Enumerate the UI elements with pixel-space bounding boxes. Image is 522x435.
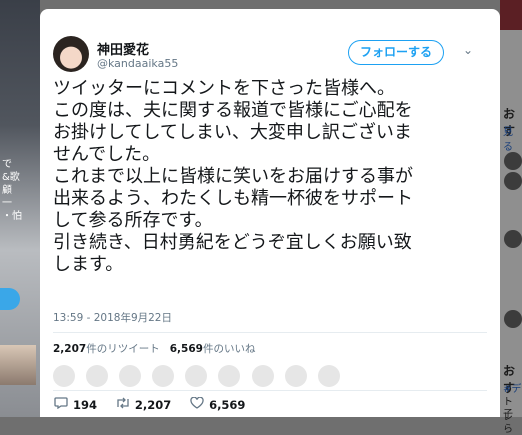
- avatar[interactable]: [185, 365, 208, 387]
- tweet-text: ツイッターにコメントを下さった皆様へ。 この度は、夫に関する報道で皆様にご心配を…: [53, 78, 483, 276]
- background-photo: [0, 345, 36, 385]
- background-right-header: [500, 0, 522, 30]
- follow-button[interactable]: フォローする: [348, 40, 444, 65]
- retweets-count[interactable]: 2,207: [53, 343, 86, 355]
- divider: [53, 390, 487, 391]
- like-count: 6,569: [209, 398, 246, 412]
- background-blue-button: [0, 288, 20, 310]
- retweet-button[interactable]: 2,207: [115, 397, 171, 412]
- tweet-stats: 2,207件のリツイート 6,569件のいいね: [53, 341, 255, 356]
- tweet-timestamp[interactable]: 13:59 - 2018年9月22日: [53, 310, 172, 325]
- likers-avatars: [53, 365, 487, 389]
- background-avatar: [504, 310, 522, 328]
- tweet-line: これまで以上に皆様に笑いをお届けする事が: [53, 166, 413, 187]
- tweet-line: 引き続き、日村勇紀をどうぞ宜しくお願い致: [53, 232, 412, 253]
- retweet-icon: [115, 397, 131, 412]
- heart-icon: [189, 396, 205, 412]
- avatar[interactable]: [53, 36, 89, 72]
- author-handle[interactable]: @kandaaika55: [97, 57, 178, 70]
- tweet-line: して参る所存です。: [53, 210, 213, 231]
- author-name[interactable]: 神田愛花: [97, 39, 149, 58]
- reply-icon: [53, 397, 69, 412]
- likes-label[interactable]: 件のいいね: [203, 343, 256, 355]
- background-avatar: [504, 152, 522, 170]
- background-text: 子ら: [503, 409, 513, 435]
- tweet-line: お掛けしてしてしまい、大変申し訳ございま: [53, 122, 412, 143]
- chevron-down-icon[interactable]: ⌄: [463, 43, 473, 57]
- tweet-card: 神田愛花 @kandaaika55 フォローする ⌄ ツイッターにコメントを下さ…: [40, 9, 500, 417]
- background-avatar: [504, 172, 522, 190]
- avatar[interactable]: [317, 365, 340, 387]
- tweet-line: 出来るよう、わたくしも精一杯彼をサポート: [53, 188, 413, 209]
- like-button[interactable]: 6,569: [189, 396, 246, 412]
- retweets-label[interactable]: 件のリツイート: [86, 343, 160, 355]
- likes-count[interactable]: 6,569: [170, 343, 203, 355]
- tweet-line: ツイッターにコメントを下さった皆様へ。: [53, 78, 395, 99]
- background-avatar: [504, 230, 522, 248]
- avatar[interactable]: [251, 365, 274, 387]
- avatar[interactable]: [218, 365, 241, 387]
- tweet-line: せんでした。: [53, 144, 161, 165]
- avatar[interactable]: [86, 365, 109, 387]
- divider: [53, 332, 487, 333]
- avatar[interactable]: [152, 365, 175, 387]
- avatar[interactable]: [119, 365, 142, 387]
- avatar[interactable]: [53, 365, 75, 387]
- reply-button[interactable]: 194: [53, 397, 97, 412]
- background-right-panel: おす 見る おす #デ トレ 子ら: [500, 0, 522, 435]
- tweet-line: します。: [53, 254, 124, 275]
- background-left-text: で &歌 顧 一 ・怕: [2, 159, 22, 222]
- background-left-panel: で &歌 顧 一 ・怕: [0, 0, 40, 417]
- retweet-count: 2,207: [134, 398, 172, 412]
- background-link: 見る: [503, 127, 513, 153]
- reply-count: 194: [73, 398, 98, 412]
- avatar[interactable]: [284, 365, 307, 387]
- tweet-actions: 194 2,207 6,569: [53, 396, 259, 412]
- tweet-line: この度は、夫に関する報道で皆様にご心配を: [53, 100, 413, 121]
